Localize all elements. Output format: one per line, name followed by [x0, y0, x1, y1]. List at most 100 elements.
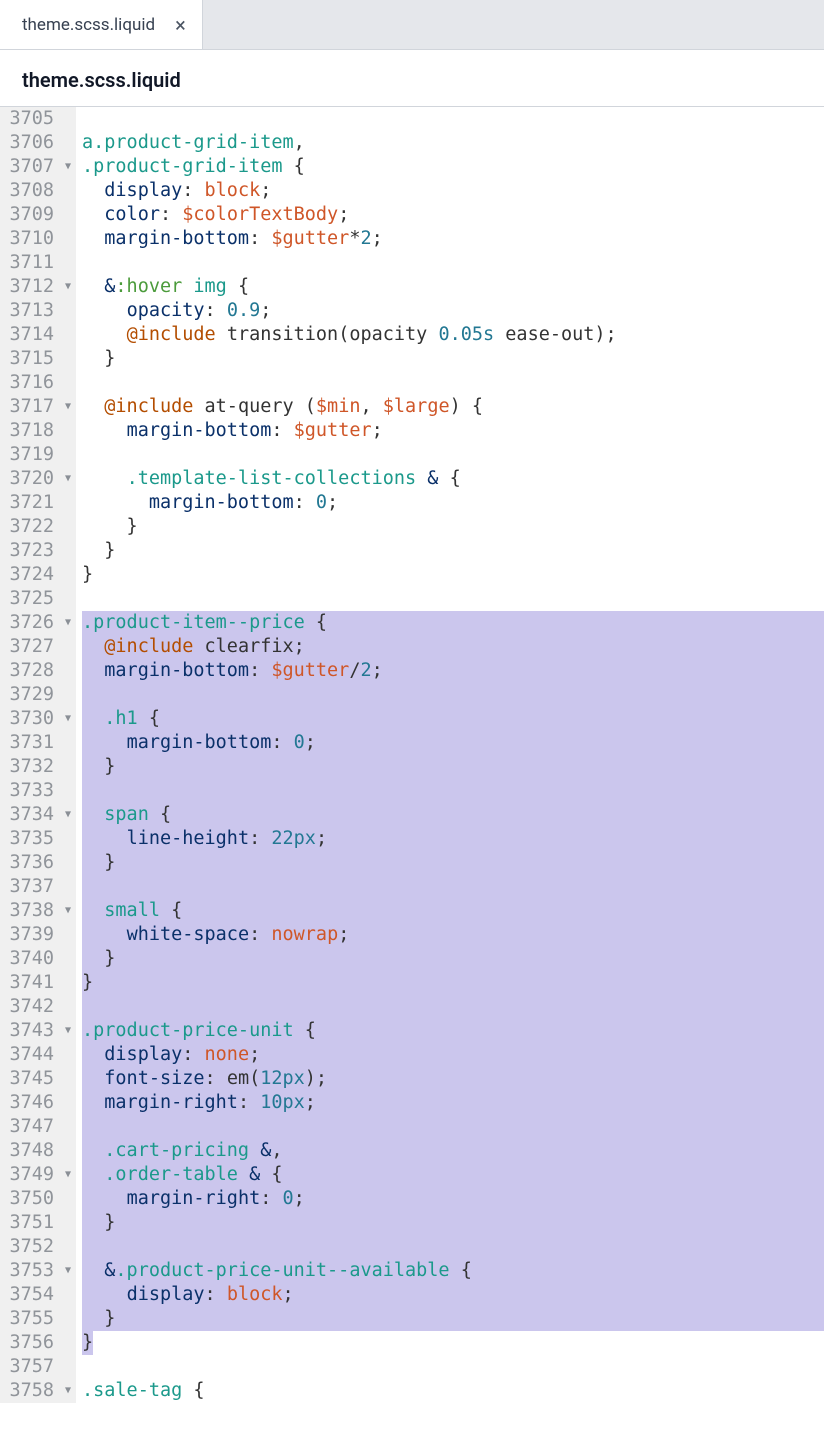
fold-toggle-icon	[60, 323, 76, 347]
fold-toggle-icon	[60, 227, 76, 251]
code-line[interactable]: }	[82, 755, 824, 779]
fold-toggle-icon[interactable]: ▼	[60, 1259, 76, 1283]
code-area[interactable]: a.product-grid-item,.product-grid-item {…	[76, 107, 824, 1403]
code-line[interactable]: }	[82, 539, 824, 563]
code-line[interactable]: display: block;	[82, 179, 824, 203]
tab-label: theme.scss.liquid	[22, 15, 155, 35]
fold-toggle-icon	[60, 1331, 76, 1355]
code-line[interactable]: display: none;	[82, 1043, 824, 1067]
fold-toggle-icon[interactable]: ▼	[60, 1379, 76, 1403]
code-line[interactable]: margin-bottom: $gutter/2;	[82, 659, 824, 683]
code-line[interactable]: .template-list-collections & {	[82, 467, 824, 491]
file-header: theme.scss.liquid	[0, 50, 824, 106]
code-line[interactable]: margin-right: 0;	[82, 1187, 824, 1211]
code-line[interactable]: .product-price-unit {	[82, 1019, 824, 1043]
line-number: 3720	[0, 467, 58, 491]
line-number: 3732	[0, 755, 58, 779]
code-line[interactable]: margin-bottom: 0;	[82, 731, 824, 755]
line-number: 3723	[0, 539, 58, 563]
line-number: 3717	[0, 395, 58, 419]
line-number: 3738	[0, 899, 58, 923]
code-line[interactable]	[82, 875, 824, 899]
code-line[interactable]: margin-bottom: $gutter*2;	[82, 227, 824, 251]
code-line[interactable]: @include transition(opacity 0.05s ease-o…	[82, 323, 824, 347]
code-line[interactable]: }	[82, 851, 824, 875]
fold-toggle-icon	[60, 731, 76, 755]
fold-toggle-icon	[60, 371, 76, 395]
file-tab[interactable]: theme.scss.liquid ×	[0, 0, 203, 49]
line-number: 3757	[0, 1355, 58, 1379]
code-line[interactable]: margin-right: 10px;	[82, 1091, 824, 1115]
fold-toggle-icon[interactable]: ▼	[60, 1019, 76, 1043]
code-line[interactable]: .cart-pricing &,	[82, 1139, 824, 1163]
code-line[interactable]	[82, 587, 824, 611]
fold-toggle-icon	[60, 1307, 76, 1331]
code-line[interactable]	[82, 443, 824, 467]
code-line[interactable]: .product-item--price {	[82, 611, 824, 635]
code-editor[interactable]: 3705370637073708370937103711371237133714…	[0, 106, 824, 1403]
fold-toggle-icon[interactable]: ▼	[60, 899, 76, 923]
code-line[interactable]: .h1 {	[82, 707, 824, 731]
fold-toggle-icon[interactable]: ▼	[60, 611, 76, 635]
code-line[interactable]: }	[82, 563, 824, 587]
code-line[interactable]	[82, 251, 824, 275]
line-number: 3750	[0, 1187, 58, 1211]
fold-toggle-icon[interactable]: ▼	[60, 395, 76, 419]
code-line[interactable]: .product-grid-item {	[82, 155, 824, 179]
code-line[interactable]: }	[82, 1307, 824, 1331]
code-line[interactable]: &:hover img {	[82, 275, 824, 299]
fold-toggle-icon[interactable]: ▼	[60, 467, 76, 491]
fold-toggle-icon	[60, 947, 76, 971]
code-line[interactable]: color: $colorTextBody;	[82, 203, 824, 227]
code-line[interactable]: line-height: 22px;	[82, 827, 824, 851]
fold-toggle-icon[interactable]: ▼	[60, 803, 76, 827]
code-line[interactable]: span {	[82, 803, 824, 827]
code-line[interactable]: }	[82, 515, 824, 539]
line-number: 3754	[0, 1283, 58, 1307]
code-line[interactable]: }	[82, 1211, 824, 1235]
code-line[interactable]	[82, 107, 824, 131]
code-line[interactable]	[82, 995, 824, 1019]
code-line[interactable]: a.product-grid-item,	[82, 131, 824, 155]
fold-toggle-icon[interactable]: ▼	[60, 275, 76, 299]
fold-toggle-icon	[60, 251, 76, 275]
code-line[interactable]	[82, 1235, 824, 1259]
code-line[interactable]	[82, 683, 824, 707]
code-line[interactable]	[82, 371, 824, 395]
line-number: 3722	[0, 515, 58, 539]
code-line[interactable]: display: block;	[82, 1283, 824, 1307]
code-line[interactable]: font-size: em(12px);	[82, 1067, 824, 1091]
line-number: 3714	[0, 323, 58, 347]
fold-toggle-icon[interactable]: ▼	[60, 155, 76, 179]
code-line[interactable]: .order-table & {	[82, 1163, 824, 1187]
code-line[interactable]: }	[82, 971, 824, 995]
close-icon[interactable]: ×	[175, 15, 186, 35]
line-number: 3734	[0, 803, 58, 827]
line-number: 3711	[0, 251, 58, 275]
code-line[interactable]: white-space: nowrap;	[82, 923, 824, 947]
code-line[interactable]	[82, 1115, 824, 1139]
fold-toggle-icon[interactable]: ▼	[60, 707, 76, 731]
line-number: 3733	[0, 779, 58, 803]
code-line[interactable]: }	[82, 347, 824, 371]
code-line[interactable]: .sale-tag {	[82, 1379, 824, 1403]
line-number: 3709	[0, 203, 58, 227]
fold-toggle-icon	[60, 1187, 76, 1211]
fold-toggle-icon[interactable]: ▼	[60, 1163, 76, 1187]
code-line[interactable]: }	[82, 947, 824, 971]
line-number: 3731	[0, 731, 58, 755]
fold-toggle-icon	[60, 491, 76, 515]
code-line[interactable]: }	[82, 1331, 824, 1355]
code-line[interactable]: margin-bottom: $gutter;	[82, 419, 824, 443]
code-line[interactable]: opacity: 0.9;	[82, 299, 824, 323]
fold-toggle-icon	[60, 347, 76, 371]
code-line[interactable]: margin-bottom: 0;	[82, 491, 824, 515]
code-line[interactable]: @include clearfix;	[82, 635, 824, 659]
code-line[interactable]: @include at-query ($min, $large) {	[82, 395, 824, 419]
code-line[interactable]	[82, 779, 824, 803]
code-line[interactable]: &.product-price-unit--available {	[82, 1259, 824, 1283]
code-line[interactable]	[82, 1355, 824, 1379]
fold-column: ▼ ▼ ▼ ▼ ▼ ▼ ▼ ▼ ▼ ▼ ▼ ▼	[60, 107, 76, 1403]
code-line[interactable]: small {	[82, 899, 824, 923]
line-number: 3746	[0, 1091, 58, 1115]
